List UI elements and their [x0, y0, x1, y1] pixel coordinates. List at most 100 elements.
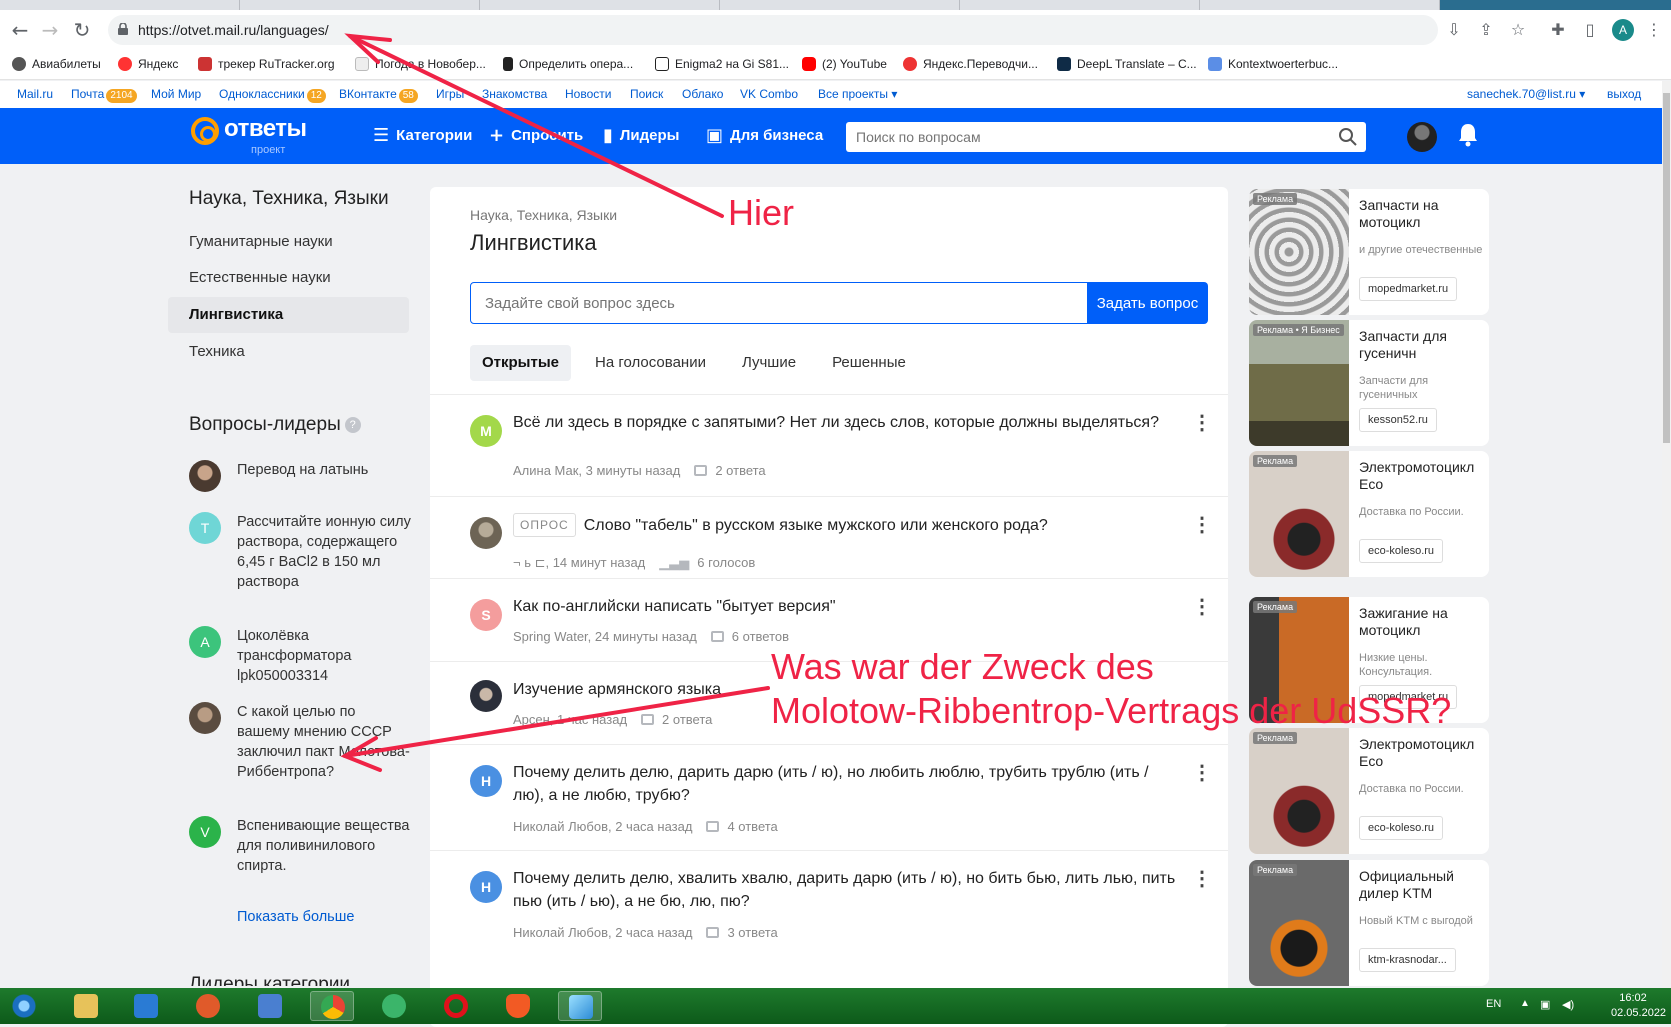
nav-business[interactable]: ▣ Для бизнеса [706, 125, 823, 146]
taskbar-app-chrome[interactable] [310, 991, 354, 1021]
ad-card[interactable]: Реклама • Я Бизнес Запчасти для гусеничн… [1249, 320, 1489, 446]
ad-domain-button[interactable]: eco-koleso.ru [1359, 816, 1444, 840]
menu-kebab-icon[interactable]: ⋮ [1644, 20, 1664, 40]
portal-link[interactable]: Новости [565, 87, 611, 101]
address-bar[interactable]: https://otvet.mail.ru/languages/ [108, 15, 1438, 45]
taskbar-app[interactable] [372, 991, 416, 1021]
portal-link[interactable]: Mail.ru [17, 87, 53, 101]
bell-icon[interactable] [1456, 121, 1480, 149]
back-icon[interactable]: ← [8, 18, 32, 42]
user-email-menu[interactable]: sanechek.70@list.ru ▾ [1467, 87, 1585, 101]
nav-leaders[interactable]: ▮ Лидеры [603, 125, 680, 146]
browser-tab[interactable] [480, 0, 720, 10]
show-more-link[interactable]: Показать больше [237, 909, 354, 925]
category-link[interactable]: Естественные науки [168, 260, 409, 296]
language-indicator[interactable]: EN [1486, 998, 1501, 1010]
profile-avatar[interactable]: A [1612, 19, 1634, 41]
browser-tab[interactable] [960, 0, 1200, 10]
more-options-icon[interactable]: ⋮ [1192, 413, 1212, 433]
portal-link[interactable]: Игры [436, 87, 464, 101]
page-scrollbar[interactable] [1662, 81, 1671, 988]
ad-domain-button[interactable]: kesson52.ru [1359, 408, 1437, 432]
question-title[interactable]: Всё ли здесь в порядке с запятыми? Нет л… [513, 411, 1183, 434]
window-controls[interactable] [1440, 0, 1671, 10]
volume-icon[interactable]: ◀) [1562, 998, 1574, 1011]
nav-categories[interactable]: ☰ Категории [373, 125, 472, 146]
bookmark-item[interactable]: (2) YouTube [802, 57, 887, 71]
tab-best[interactable]: Лучшие [730, 345, 808, 381]
taskbar-app[interactable] [186, 991, 230, 1021]
taskbar-app[interactable] [558, 991, 602, 1021]
taskbar-app[interactable] [64, 991, 108, 1021]
more-options-icon[interactable]: ⋮ [1192, 869, 1212, 889]
more-options-icon[interactable]: ⋮ [1192, 515, 1212, 535]
network-icon[interactable]: ▣ [1540, 998, 1550, 1011]
nav-ask[interactable]: + Спросить [489, 125, 583, 146]
install-icon[interactable]: ⇩ [1444, 20, 1464, 40]
help-icon[interactable]: ? [344, 416, 361, 433]
ad-domain-button[interactable]: eco-koleso.ru [1359, 539, 1444, 563]
search-icon[interactable] [1338, 127, 1358, 147]
logout-link[interactable]: выход [1607, 87, 1641, 101]
portal-link[interactable]: VK Combo [740, 87, 798, 101]
portal-link-ok[interactable]: Одноклассники 12 [219, 87, 326, 103]
question-item[interactable]: M Всё ли здесь в порядке с запятыми? Нет… [430, 394, 1228, 496]
portal-link-mail[interactable]: Почта 2104 [71, 87, 137, 103]
more-options-icon[interactable]: ⋮ [1192, 763, 1212, 783]
side-panel-icon[interactable]: ▯ [1580, 20, 1600, 40]
user-avatar[interactable] [1407, 122, 1437, 152]
portal-link[interactable]: Поиск [630, 87, 663, 101]
tab-voting[interactable]: На голосовании [583, 345, 718, 381]
portal-link[interactable]: Знакомства [482, 87, 547, 101]
more-options-icon[interactable]: ⋮ [1192, 597, 1212, 617]
bookmark-item[interactable]: Погода в Новобер... [355, 57, 486, 71]
portal-link[interactable]: Облако [682, 87, 723, 101]
ad-domain-button[interactable]: mopedmarket.ru [1359, 277, 1458, 301]
tab-resolved[interactable]: Решенные [820, 345, 918, 381]
bookmark-item[interactable]: Определить опера... [503, 57, 633, 71]
question-item[interactable]: ОПРОС Слово "табель" в русском языке мужс… [430, 496, 1228, 578]
scrollbar-thumb[interactable] [1663, 93, 1670, 443]
search-input[interactable] [846, 122, 1326, 152]
category-link[interactable]: Гуманитарные науки [168, 224, 409, 260]
ad-card[interactable]: Реклама Электромотоцикл Eco Доставка по … [1249, 728, 1489, 854]
ask-question-input[interactable] [470, 282, 1088, 324]
start-button[interactable] [2, 991, 44, 1021]
ad-domain-button[interactable]: ktm-krasnodar... [1359, 948, 1456, 972]
ad-card[interactable]: Реклама Электромотоцикл Eco Доставка по … [1249, 451, 1489, 577]
taskbar-app[interactable] [434, 991, 478, 1021]
tab-open[interactable]: Открытые [470, 345, 571, 381]
share-icon[interactable]: ⇪ [1476, 20, 1496, 40]
question-title[interactable]: Почему делить делю, дарить дарю (ить / ю… [513, 761, 1183, 807]
browser-tab[interactable] [0, 0, 240, 10]
taskbar-app[interactable] [124, 991, 168, 1021]
all-projects-link[interactable]: Все проекты ▾ [818, 87, 897, 101]
ad-card[interactable]: Реклама Запчасти на мотоцикл и другие от… [1249, 189, 1489, 315]
question-title[interactable]: Как по-английски написать "бытует версия… [513, 595, 1183, 618]
browser-tab[interactable] [1200, 0, 1440, 10]
forward-icon[interactable]: → [38, 18, 62, 42]
bookmark-item[interactable]: Яндекс [118, 57, 178, 71]
taskbar-app[interactable] [496, 991, 540, 1021]
bookmark-item[interactable]: Enigma2 на Gi S81... [655, 57, 789, 71]
browser-tab[interactable] [240, 0, 480, 10]
reload-icon[interactable]: ↻ [70, 18, 94, 42]
taskbar-app[interactable] [248, 991, 292, 1021]
question-title[interactable]: Почему делить делю, хвалить хвалю, дарит… [513, 867, 1183, 913]
bookmark-item[interactable]: трекер RuTracker.org [198, 57, 335, 71]
bookmark-star-icon[interactable]: ☆ [1508, 20, 1528, 40]
category-link[interactable]: Техника [168, 334, 409, 370]
clock[interactable]: 16:02 02.05.2022 [1611, 992, 1666, 1019]
bookmark-item[interactable]: DeepL Translate – C... [1057, 57, 1197, 71]
ad-card[interactable]: Реклама Официальный дилер KTM Новый KTM … [1249, 860, 1489, 986]
browser-tab[interactable] [720, 0, 960, 10]
ask-question-button[interactable]: Задать вопрос [1087, 282, 1208, 324]
breadcrumb[interactable]: Наука, Техника, Языки [470, 207, 617, 223]
question-item[interactable]: H Почему делить делю, дарить дарю (ить /… [430, 744, 1228, 850]
extensions-icon[interactable]: ✚ [1548, 20, 1568, 40]
url-text[interactable]: https://otvet.mail.ru/languages/ [138, 22, 329, 38]
bookmark-item[interactable]: Авиабилеты [12, 57, 101, 71]
question-item[interactable]: H Почему делить делю, хвалить хвалю, дар… [430, 850, 1228, 960]
tray-expand-icon[interactable]: ▲ [1520, 998, 1530, 1009]
bookmark-item[interactable]: Яндекс.Переводчи... [903, 57, 1038, 71]
